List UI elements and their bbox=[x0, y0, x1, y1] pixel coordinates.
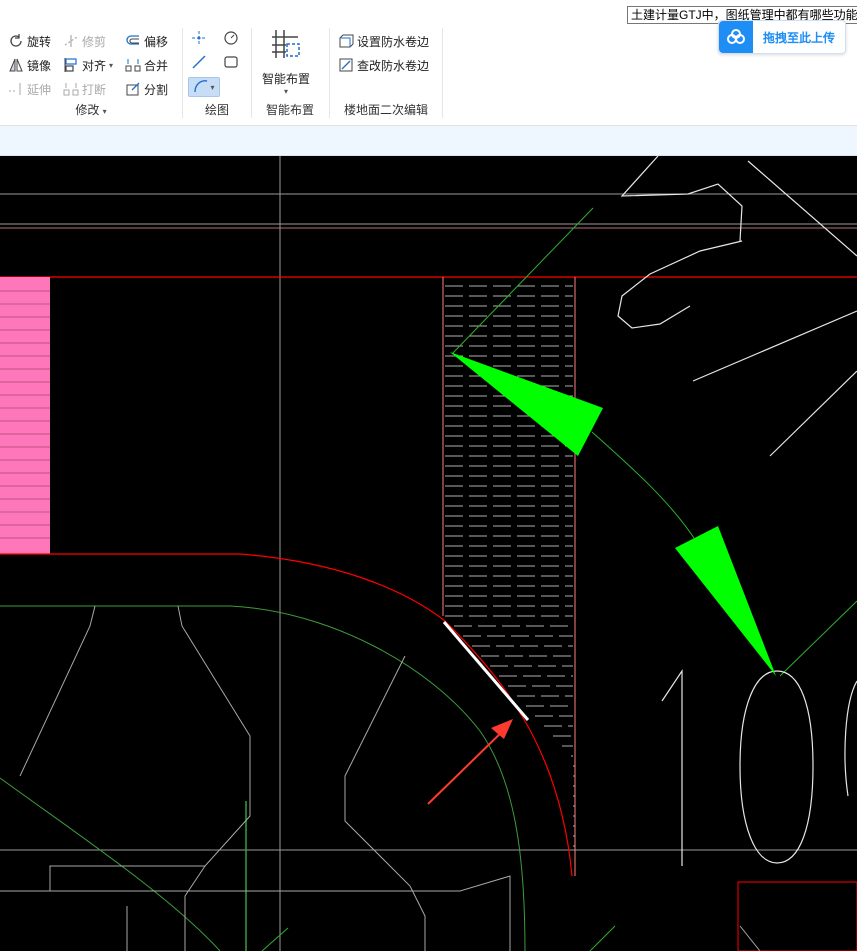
split-icon bbox=[125, 81, 141, 97]
draw-group-title: 绘图 bbox=[204, 103, 229, 117]
smart-layout-button[interactable]: 智能布置 ▾ bbox=[256, 28, 316, 100]
floor-edit-group-title: 楼地面二次编辑 bbox=[343, 103, 428, 117]
ribbon-toolbar: 土建计量GTJ中，图纸管理中都有哪些功能 拖拽至此上传 旋转 修剪 偏移 镜像 … bbox=[0, 0, 857, 126]
rotate-icon bbox=[8, 33, 24, 49]
draw-group: ▾ 绘图 bbox=[183, 26, 251, 124]
group-divider bbox=[442, 28, 443, 118]
mirror-label: 镜像 bbox=[27, 58, 52, 73]
align-icon bbox=[63, 57, 79, 73]
split-button[interactable]: 分割 bbox=[125, 79, 168, 99]
smart-layout-group: 智能布置 ▾ 智能布置 bbox=[252, 26, 328, 124]
cad-drawing[interactable] bbox=[0, 156, 857, 951]
merge-icon bbox=[125, 57, 141, 73]
align-button[interactable]: 对齐 ▾ bbox=[63, 55, 113, 75]
arc-icon bbox=[193, 78, 209, 97]
rotate-button[interactable]: 旋转 bbox=[8, 31, 51, 51]
point-tool-button[interactable] bbox=[188, 29, 210, 49]
chevron-down-icon: ▾ bbox=[109, 60, 114, 70]
cloud-upload-icon bbox=[719, 21, 753, 53]
interior-geometry bbox=[0, 605, 761, 951]
drawing-canvas[interactable] bbox=[0, 156, 857, 951]
extend-button[interactable]: 延伸 bbox=[8, 79, 51, 99]
trim-button[interactable]: 修剪 bbox=[63, 31, 106, 51]
dimension-text-strokes bbox=[617, 156, 857, 866]
strip-hatch-lines bbox=[445, 285, 575, 847]
extend-icon bbox=[8, 81, 24, 97]
merge-label: 合并 bbox=[144, 58, 169, 73]
rectangle-icon bbox=[223, 54, 239, 73]
green-boundary bbox=[0, 777, 221, 951]
break-label: 打断 bbox=[82, 82, 107, 97]
split-label: 分割 bbox=[144, 82, 169, 97]
break-button[interactable]: 打断 bbox=[63, 79, 106, 99]
break-icon bbox=[63, 81, 79, 97]
green-line bbox=[589, 925, 616, 951]
line-tool-button[interactable] bbox=[188, 53, 210, 73]
chevron-down-icon: ▾ bbox=[210, 82, 215, 92]
circle-tool-button[interactable] bbox=[220, 29, 242, 49]
modify-group-title[interactable]: 修改 ▾ bbox=[0, 101, 182, 118]
floor-edit-group: 设置防水卷边 查改防水卷边 楼地面二次编辑 bbox=[330, 26, 442, 124]
check-waterproof-edge-label: 查改防水卷边 bbox=[357, 58, 430, 73]
chevron-down-icon: ▾ bbox=[283, 87, 288, 96]
check-waterproof-edge-button[interactable]: 查改防水卷边 bbox=[338, 55, 429, 75]
command-bar bbox=[0, 126, 857, 156]
circle-icon bbox=[223, 30, 239, 49]
red-annotation-arrowhead bbox=[491, 719, 513, 739]
mirror-button[interactable]: 镜像 bbox=[8, 55, 51, 75]
offset-label: 偏移 bbox=[144, 34, 169, 49]
smart-layout-icon bbox=[270, 28, 302, 62]
green-line bbox=[261, 927, 289, 951]
merge-button[interactable]: 合并 bbox=[125, 55, 168, 75]
green-boundary bbox=[0, 605, 526, 951]
smart-layout-group-title: 智能布置 bbox=[265, 103, 314, 117]
set-waterproof-edge-button[interactable]: 设置防水卷边 bbox=[338, 31, 429, 51]
modify-group: 旋转 修剪 偏移 镜像 对齐 ▾ 合并 延伸 打断 分割 修改 ▾ bbox=[0, 26, 182, 124]
red-rectangle bbox=[737, 881, 857, 951]
smart-layout-label: 智能布置 bbox=[261, 72, 310, 86]
arc-tool-button[interactable]: ▾ bbox=[188, 77, 220, 97]
extend-label: 延伸 bbox=[27, 82, 52, 97]
red-annotation-arrow bbox=[427, 725, 509, 805]
waterproof-edge-icon bbox=[338, 33, 354, 49]
green-arrow bbox=[450, 352, 603, 456]
upload-button[interactable]: 拖拽至此上传 bbox=[718, 20, 846, 54]
highlighted-edge bbox=[442, 621, 530, 721]
rotate-label: 旋转 bbox=[27, 34, 52, 49]
green-line bbox=[591, 431, 697, 542]
trim-label: 修剪 bbox=[82, 34, 107, 49]
align-label: 对齐 bbox=[82, 58, 107, 73]
green-line bbox=[451, 207, 594, 355]
green-line bbox=[779, 600, 857, 677]
point-icon bbox=[191, 30, 207, 49]
rectangle-tool-button[interactable] bbox=[220, 53, 242, 73]
offset-button[interactable]: 偏移 bbox=[125, 31, 168, 51]
line-icon bbox=[191, 54, 207, 73]
mirror-icon bbox=[8, 57, 24, 73]
curved-wall bbox=[0, 553, 573, 877]
upload-button-label: 拖拽至此上传 bbox=[762, 30, 835, 45]
chevron-down-icon: ▾ bbox=[102, 107, 107, 116]
edit-edge-icon bbox=[338, 57, 354, 73]
green-arrow bbox=[675, 526, 776, 676]
offset-icon bbox=[125, 33, 141, 49]
set-waterproof-edge-label: 设置防水卷边 bbox=[357, 34, 430, 49]
trim-icon bbox=[63, 33, 79, 49]
